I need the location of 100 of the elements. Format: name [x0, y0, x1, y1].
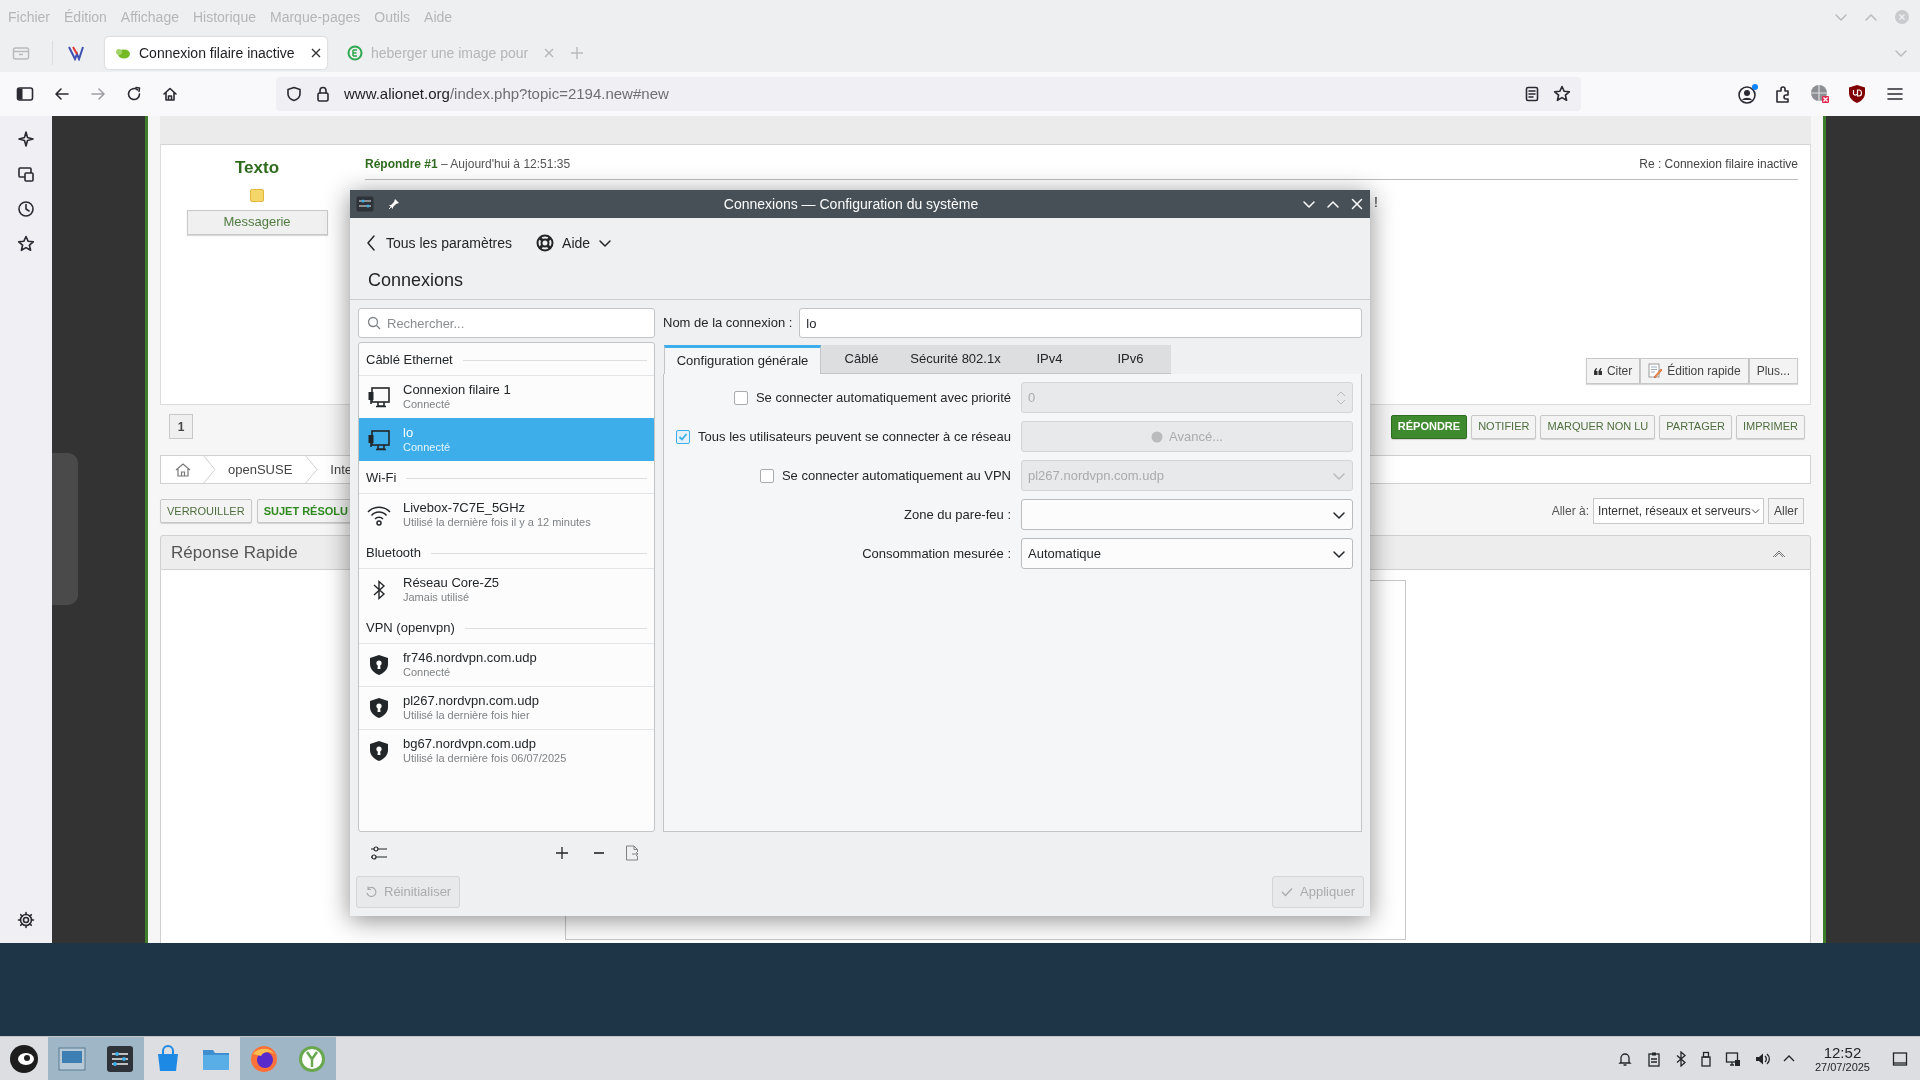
- back-button[interactable]: Tous les paramètres: [366, 232, 521, 254]
- y-logo-icon[interactable]: [297, 1043, 327, 1074]
- chameleon-icon: [115, 46, 131, 60]
- breadcrumb-link[interactable]: openSUSE: [216, 459, 305, 480]
- search-icon: [367, 316, 381, 330]
- jump-label: Aller à:: [1551, 503, 1589, 520]
- undo-icon: [365, 886, 377, 898]
- forum-button[interactable]: RÉPONDRE: [1390, 414, 1468, 439]
- sparkle-icon[interactable]: [17, 130, 35, 148]
- status-icon: [250, 188, 264, 202]
- post-action-button[interactable]: Plus...: [1748, 358, 1798, 384]
- extensions-icon[interactable]: [1774, 85, 1792, 103]
- forum-button[interactable]: IMPRIMER: [1736, 414, 1805, 439]
- notepad-pencil-icon: [1648, 363, 1663, 379]
- window-title: Connexions — Configuration du système: [722, 194, 980, 214]
- dropdown[interactable]: Automatique: [1021, 538, 1353, 569]
- home-icon[interactable]: [162, 86, 178, 102]
- shield-addon-icon[interactable]: [1848, 84, 1866, 104]
- forum-button[interactable]: MARQUER NON LU: [1540, 414, 1656, 439]
- option-label: Se connecter automatiquement avec priorité: [755, 388, 1011, 407]
- reload-icon[interactable]: [126, 86, 142, 102]
- usb-drive-icon[interactable]: [1699, 1050, 1712, 1067]
- bluetooth-icon[interactable]: [1674, 1050, 1687, 1067]
- settings-app-icon[interactable]: [356, 196, 374, 212]
- option-label: Se connecter automatiquement au VPN: [781, 466, 1011, 485]
- reader-view-icon[interactable]: [1525, 86, 1539, 102]
- search-field[interactable]: Rechercher...: [358, 308, 655, 338]
- author-name[interactable]: Texto: [234, 155, 280, 181]
- account-icon[interactable]: [1738, 84, 1758, 104]
- network-icon[interactable]: [1724, 1050, 1741, 1067]
- notification-bell-icon[interactable]: [1616, 1050, 1633, 1067]
- spin-arrows-icon: [1336, 389, 1346, 406]
- option-label: Zone du pare-feu :: [904, 505, 1011, 524]
- system-settings-icon[interactable]: [105, 1043, 135, 1074]
- settings-tab[interactable]: Configuration générale: [664, 345, 821, 374]
- site-icon[interactable]: [67, 45, 85, 61]
- group-header: Câblé Ethernet: [366, 351, 453, 370]
- lock-icon[interactable]: [316, 86, 330, 102]
- jump-select[interactable]: Internet, réseaux et serveurs: [1593, 498, 1764, 524]
- settings-tab[interactable]: IPv6: [1090, 345, 1171, 374]
- shield-lock-icon: [367, 739, 391, 763]
- pin-icon[interactable]: [388, 198, 400, 210]
- export-icon[interactable]: [625, 845, 639, 861]
- post-action-button[interactable]: Édition rapide: [1640, 358, 1749, 384]
- shield-lock-icon: [367, 653, 391, 677]
- option-label: Consommation mesurée :: [862, 544, 1011, 563]
- settings-tab[interactable]: Câblé: [821, 345, 902, 374]
- clipboard-icon[interactable]: [1645, 1050, 1662, 1067]
- field-label: Nom de la connexion :: [663, 314, 793, 333]
- bookmark-star-icon[interactable]: [1553, 85, 1571, 103]
- bookmarks-icon[interactable]: [17, 235, 35, 253]
- settings-icon[interactable]: [17, 911, 35, 929]
- forum-button[interactable]: PARTAGER: [1659, 414, 1732, 439]
- go-button[interactable]: Aller: [1768, 498, 1804, 524]
- browser-tab[interactable]: Connexion filaire inactive: [105, 37, 327, 69]
- app-launcher-icon[interactable]: [9, 1043, 39, 1074]
- check-icon: [1281, 886, 1294, 898]
- address-field[interactable]: www.alionet.org/index.php?topic=2194.new#new: [344, 82, 669, 106]
- post-meta: Répondre #1 – Aujourd'hui à 12:51:35: [365, 156, 571, 173]
- connection-item[interactable]: Réseau Core-Z5 Jamais utilisé: [359, 568, 654, 611]
- messaging-button[interactable]: Messagerie: [186, 209, 328, 235]
- history-icon[interactable]: [17, 200, 35, 218]
- forum-button[interactable]: NOTIFIER: [1471, 414, 1537, 439]
- settings-tab[interactable]: IPv4: [1009, 345, 1090, 374]
- close-icon[interactable]: [1350, 197, 1364, 211]
- firefox-icon[interactable]: [249, 1043, 279, 1074]
- wired-connection-icon: [367, 427, 391, 452]
- post-subject: Re : Connexion filaire inactive: [1639, 156, 1798, 173]
- show-desktop-icon[interactable]: [1892, 1050, 1908, 1067]
- sidebar-icon[interactable]: [16, 86, 34, 102]
- synced-tabs-icon[interactable]: [17, 165, 35, 183]
- group-header: Bluetooth: [366, 544, 421, 563]
- group-header: VPN (openvpn): [366, 619, 455, 638]
- settings-tab[interactable]: Sécurité 802.1x: [902, 345, 1009, 374]
- page-number[interactable]: 1: [169, 414, 193, 439]
- addon-globe-icon[interactable]: [1810, 84, 1830, 104]
- back-icon: [366, 234, 376, 252]
- connection-item[interactable]: Livebox-7C7E_5GHz Utilisé la dernière fois il y a 12 minutes: [359, 493, 654, 536]
- add-icon[interactable]: [555, 846, 569, 860]
- connection-name-field[interactable]: lo: [799, 308, 1362, 338]
- lifebuoy-icon: [536, 234, 555, 252]
- post-action-button[interactable]: Citer: [1585, 358, 1641, 384]
- shield-icon[interactable]: [286, 86, 302, 102]
- close-tab-icon[interactable]: [310, 48, 321, 58]
- option-label: Tous les utilisateurs peuvent se connecter à ce réseau: [698, 427, 1011, 446]
- quote-icon: [1593, 367, 1602, 375]
- scroll-handle[interactable]: [52, 453, 78, 605]
- reply-link[interactable]: Répondre #1: [365, 157, 438, 171]
- connection-item[interactable]: fr746.nordvpn.com.udp Connecté: [359, 643, 654, 686]
- wifi-icon: [367, 503, 391, 527]
- forum-button[interactable]: VERROUILLER: [160, 499, 252, 523]
- help-button[interactable]: Aide: [536, 232, 613, 254]
- connection-item[interactable]: bg67.nordvpn.com.udp Utilisé la dernière fois 06/07/2025: [359, 729, 654, 772]
- group-header: Wi-Fi: [366, 469, 397, 488]
- menu-icon[interactable]: [1886, 86, 1904, 102]
- back-icon[interactable]: [54, 86, 70, 102]
- configure-icon[interactable]: [370, 845, 388, 861]
- shield-lock-icon: [367, 696, 391, 720]
- connection-item[interactable]: pl267.nordvpn.com.udp Utilisé la dernière fois hier: [359, 686, 654, 729]
- page-heading: Connexions: [350, 262, 1370, 300]
